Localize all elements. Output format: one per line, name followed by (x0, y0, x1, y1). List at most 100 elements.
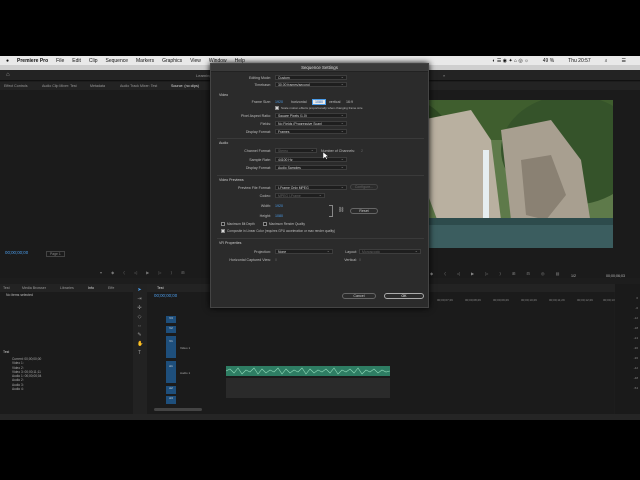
audio-waveform (225, 367, 391, 375)
track-v1[interactable]: V1 (166, 336, 176, 358)
layout-select[interactable]: Monoscopic (359, 249, 421, 254)
razor-icon[interactable]: ◇ (137, 315, 142, 320)
ws-more-icon[interactable]: » (443, 73, 445, 78)
tab-source[interactable]: Source: (no clips) (171, 84, 199, 88)
no-items-text: No items selected (6, 293, 33, 297)
chain-link-icon[interactable]: ⛓ (338, 207, 344, 213)
info-line: Audio 4: (12, 387, 24, 392)
codec-select[interactable]: MPEG I-Frame (275, 193, 325, 198)
track-a2[interactable]: A2 (166, 386, 176, 394)
height-value[interactable]: 1080 (275, 214, 283, 218)
tab-metadata[interactable]: Metadata (90, 84, 105, 88)
slip-icon[interactable]: ⇔ (137, 324, 142, 329)
tab-project-test[interactable]: Test (3, 286, 10, 290)
ruler-tick: 00;00;08;29 (465, 298, 481, 302)
menu-list-icon[interactable]: ☰ (622, 58, 626, 64)
audio-clip[interactable] (225, 366, 391, 376)
tab-effect-controls[interactable]: Effect Controls (4, 84, 28, 88)
divider (217, 175, 424, 176)
source-transport: ▾ ◆ ⟨ ◁ ▶ ▷ ⟩ ⊞ (100, 270, 189, 275)
tab-info[interactable]: Info (88, 286, 94, 290)
meter-tick: -30 (633, 346, 638, 350)
timeline-scrollbar[interactable] (154, 408, 202, 411)
track-a1[interactable]: A1 (166, 361, 176, 383)
tab-audio-clip-mixer[interactable]: Audio Clip Mixer: Test (42, 84, 77, 88)
menu-edit[interactable]: Edit (72, 58, 81, 64)
hand-icon[interactable]: ✋ (137, 342, 143, 347)
vertical-label: vertical (329, 100, 341, 104)
menu-view[interactable]: View (190, 58, 201, 64)
type-icon[interactable]: T (137, 351, 142, 356)
ruler-tick: 00;00;09;29 (493, 298, 509, 302)
max-render-quality-label: Maximum Render Quality (269, 222, 305, 226)
menu-file[interactable]: File (56, 58, 64, 64)
menu-sequence[interactable]: Sequence (105, 58, 128, 64)
pixel-aspect-select[interactable]: Square Pixels (1.0) (275, 113, 347, 118)
reset-button[interactable]: Reset (350, 208, 378, 214)
menu-app[interactable]: Premiere Pro (17, 58, 48, 64)
tab-timeline-test[interactable]: Test (157, 286, 164, 290)
video-section-title: Video (219, 93, 229, 97)
apple-menu-icon[interactable]: ● (6, 58, 9, 64)
pen-icon[interactable]: ✎ (137, 333, 142, 338)
menu-graphics[interactable]: Graphics (162, 58, 182, 64)
fields-select[interactable]: No Fields (Progressive Scan) (275, 121, 347, 126)
projection-select[interactable]: None (275, 249, 333, 254)
tab-libraries[interactable]: Libraries (60, 286, 74, 290)
aspect-label: 16:9 (346, 100, 353, 104)
tools-panel: ➤ ⇥ ✣ ◇ ⇔ ✎ ✋ T (133, 284, 147, 414)
channel-format-select[interactable]: Stereo (275, 148, 317, 153)
ripple-edit-icon[interactable]: ✣ (137, 306, 142, 311)
track-v2[interactable]: V2 (166, 326, 176, 333)
vertical-vr-label: Vertical: (344, 258, 357, 262)
battery-text[interactable]: 49 % (543, 58, 554, 64)
status-icons: ◐ ☰ ◉ ✦ ⌂ ◎ ☼ (492, 57, 529, 64)
selection-tool-icon[interactable]: ➤ (137, 288, 142, 293)
sample-rate-label: Sample Rate: (249, 158, 271, 162)
scale-motion-label: Scale motion effects proportionally when… (281, 106, 363, 110)
editing-mode-label: Editing Mode: (249, 76, 271, 80)
track-a3[interactable]: A3 (166, 396, 176, 404)
hcv-label: Horizontal Captured View: (229, 258, 271, 262)
home-icon[interactable]: ⌂ (6, 72, 10, 78)
scale-motion-checkbox[interactable] (275, 106, 279, 110)
tab-media-browser[interactable]: Media Browser (22, 286, 46, 290)
editing-mode-select[interactable]: Custom (275, 75, 347, 80)
frame-width-value[interactable]: 1920 (275, 100, 283, 104)
sequence-settings-dialog: Sequence Settings Editing Mode: Custom T… (210, 63, 429, 308)
tab-effects[interactable]: Effe (108, 286, 114, 290)
audio-display-select[interactable]: Audio Samples (275, 165, 347, 170)
search-icon[interactable]: ⌕ (605, 58, 608, 64)
menu-markers[interactable]: Markers (136, 58, 154, 64)
track-headers: V3 V2 V1 A1 A2 A3 Video 1 Audio 1 (166, 314, 228, 404)
ruler-tick: 00;00;11;29 (549, 298, 565, 302)
width-value[interactable]: 1920 (275, 204, 283, 208)
clock[interactable]: Thu 20:57 (568, 58, 591, 64)
max-bit-depth-checkbox[interactable] (221, 222, 225, 226)
linear-color-checkbox[interactable] (221, 229, 225, 233)
menu-clip[interactable]: Clip (89, 58, 98, 64)
timeline-timecode[interactable]: 00;00;00;00 (154, 293, 177, 298)
source-timecode[interactable]: 00;00;00;00 (5, 250, 28, 255)
preview-format-select[interactable]: I-Frame Only MPEG (275, 185, 347, 190)
track-v3[interactable]: V3 (166, 316, 176, 323)
timeline-ruler[interactable]: 00;00;07;29 00;00;08;29 00;00;09;29 00;0… (437, 298, 617, 304)
ok-button[interactable]: OK (384, 293, 424, 299)
frame-height-input[interactable]: 1080 (312, 99, 326, 105)
cancel-button[interactable]: Cancel (342, 293, 376, 299)
link-bracket (329, 205, 333, 217)
display-format-label: Display Format: (245, 130, 271, 134)
tab-audio-track-mixer[interactable]: Audio Track Mixer: Test (120, 84, 157, 88)
channel-format-label: Channel Format: (244, 149, 271, 153)
meter-tick: -24 (633, 336, 638, 340)
timebase-select[interactable]: 30.00 frames/second (275, 82, 347, 87)
meter-tick: -18 (633, 326, 638, 330)
track-select-icon[interactable]: ⇥ (137, 297, 142, 302)
project-panel-tabs: Test Media Browser Libraries Info Effe (0, 284, 148, 292)
source-page-select[interactable]: Page 1 (46, 251, 65, 257)
sample-rate-select[interactable]: 44100 Hz (275, 157, 347, 162)
configure-button[interactable]: Configure... (350, 184, 378, 190)
max-render-quality-checkbox[interactable] (263, 222, 267, 226)
display-format-select[interactable]: Frames (275, 129, 347, 134)
layout-label: Layout: (345, 250, 357, 254)
